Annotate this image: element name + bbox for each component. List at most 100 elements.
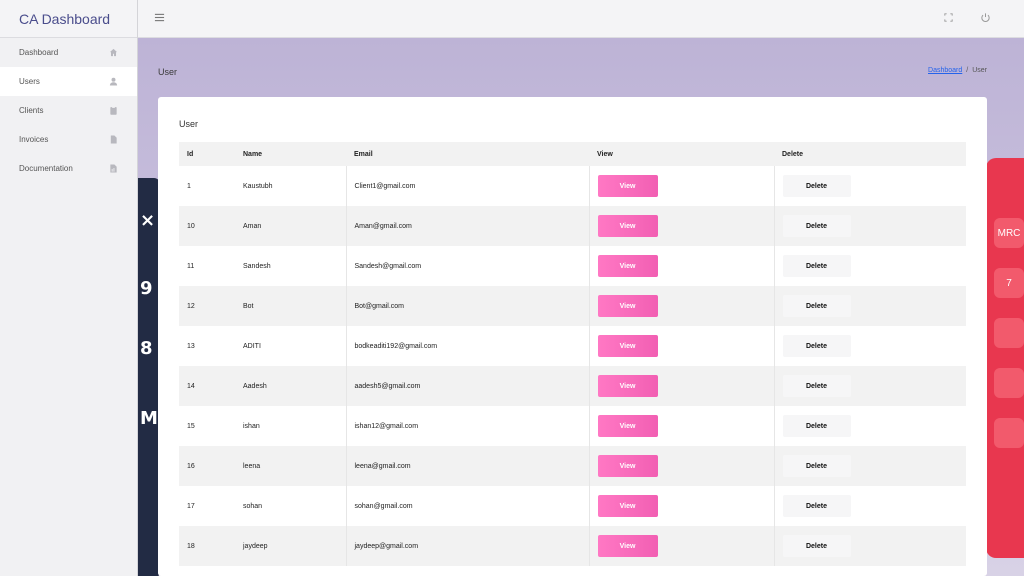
view-button[interactable]: View bbox=[597, 335, 658, 357]
table-row: 14 Aadesh aadesh5@gmail.com View Delete bbox=[179, 366, 966, 406]
table-row: 18 jaydeep jaydeep@gmail.com View Delete bbox=[179, 526, 966, 566]
fullscreen-icon[interactable] bbox=[943, 10, 954, 28]
view-button[interactable]: View bbox=[597, 215, 658, 237]
sidebar-item-users[interactable]: Users bbox=[0, 67, 137, 96]
view-button[interactable]: View bbox=[597, 255, 658, 277]
delete-button[interactable]: Delete bbox=[782, 175, 851, 197]
cell-view: View bbox=[589, 246, 775, 286]
cell-delete: Delete bbox=[774, 166, 966, 206]
table-row: 16 leena leena@gmail.com View Delete bbox=[179, 446, 966, 486]
delete-button[interactable]: Delete bbox=[782, 455, 851, 477]
breadcrumb-current: User bbox=[972, 67, 987, 74]
cell-id: 1 bbox=[187, 182, 191, 190]
cell-id: 13 bbox=[187, 342, 195, 350]
cell-name: Aman bbox=[235, 206, 347, 246]
cell-view: View bbox=[589, 406, 775, 446]
cell-id: 12 bbox=[187, 302, 195, 310]
file-chart-icon bbox=[108, 164, 118, 174]
cell-email: ishan12@gmail.com bbox=[346, 406, 590, 446]
delete-button[interactable]: Delete bbox=[782, 375, 851, 397]
cell-name: Kaustubh bbox=[235, 166, 347, 206]
cell-id: 17 bbox=[187, 502, 195, 510]
view-button[interactable]: View bbox=[597, 455, 658, 477]
cell-name: sohan bbox=[235, 486, 347, 526]
cell-delete: Delete bbox=[774, 366, 966, 406]
top-bar-actions bbox=[943, 10, 1024, 28]
card-title: User bbox=[179, 119, 199, 129]
table-row: 10 Aman Aman@gmail.com View Delete bbox=[179, 206, 966, 246]
breadcrumb-dashboard-link[interactable]: Dashboard bbox=[928, 67, 962, 74]
delete-button[interactable]: Delete bbox=[782, 535, 851, 557]
table-row: 13 ADITI bodkeaditi192@gmail.com View Delete bbox=[179, 326, 966, 366]
view-button[interactable]: View bbox=[597, 295, 658, 317]
breadcrumb-separator: / bbox=[966, 67, 969, 74]
sidebar-item-clients[interactable]: Clients bbox=[0, 96, 137, 125]
cell-delete: Delete bbox=[774, 486, 966, 526]
view-button[interactable]: View bbox=[597, 415, 658, 437]
cell-delete: Delete bbox=[774, 526, 966, 566]
cell-email: bodkeaditi192@gmail.com bbox=[346, 326, 590, 366]
view-button[interactable]: View bbox=[597, 375, 658, 397]
app-title[interactable]: CA Dashboard bbox=[0, 0, 137, 38]
users-card: User Id Name Email View Delete 1 Kaustubh… bbox=[158, 97, 987, 576]
cell-name: jaydeep bbox=[235, 526, 347, 566]
table-row: 12 Bot Bot@gmail.com View Delete bbox=[179, 286, 966, 326]
cell-view: View bbox=[589, 286, 775, 326]
power-icon[interactable] bbox=[980, 10, 991, 28]
delete-button[interactable]: Delete bbox=[782, 495, 851, 517]
table-row: 11 Sandesh Sandesh@gmail.com View Delete bbox=[179, 246, 966, 286]
cell-email: jaydeep@gmail.com bbox=[346, 526, 590, 566]
view-button[interactable]: View bbox=[597, 495, 658, 517]
document-icon bbox=[108, 135, 118, 145]
user-icon bbox=[108, 77, 118, 87]
cell-id: 15 bbox=[187, 422, 195, 430]
sidebar-nav: Dashboard Users Clients Invoices Documentati… bbox=[0, 38, 137, 183]
top-bar bbox=[138, 0, 1024, 38]
view-button[interactable]: View bbox=[597, 535, 658, 557]
cell-email: Client1@gmail.com bbox=[346, 166, 590, 206]
view-button[interactable]: View bbox=[597, 175, 658, 197]
delete-button[interactable]: Delete bbox=[782, 415, 851, 437]
sidebar-item-label: Users bbox=[19, 77, 40, 86]
cell-view: View bbox=[589, 366, 775, 406]
cell-view: View bbox=[589, 526, 775, 566]
sidebar-item-documentation[interactable]: Documentation bbox=[0, 154, 137, 183]
delete-button[interactable]: Delete bbox=[782, 335, 851, 357]
cell-delete: Delete bbox=[774, 246, 966, 286]
sidebar: CA Dashboard Dashboard Users Clients Invoic… bbox=[0, 0, 138, 576]
cell-delete: Delete bbox=[774, 206, 966, 246]
sidebar-item-label: Documentation bbox=[19, 164, 73, 173]
hamburger-icon[interactable] bbox=[154, 10, 165, 28]
cell-view: View bbox=[589, 446, 775, 486]
cell-id: 14 bbox=[187, 382, 195, 390]
cell-email: Aman@gmail.com bbox=[346, 206, 590, 246]
cell-id: 18 bbox=[187, 542, 195, 550]
cell-view: View bbox=[589, 206, 775, 246]
sidebar-item-invoices[interactable]: Invoices bbox=[0, 125, 137, 154]
cell-view: View bbox=[589, 486, 775, 526]
delete-button[interactable]: Delete bbox=[782, 295, 851, 317]
cell-email: aadesh5@gmail.com bbox=[346, 366, 590, 406]
delete-button[interactable]: Delete bbox=[782, 215, 851, 237]
table-row: 15 ishan ishan12@gmail.com View Delete bbox=[179, 406, 966, 446]
cell-email: sohan@gmail.com bbox=[346, 486, 590, 526]
cell-view: View bbox=[589, 166, 775, 206]
table-body: 1 Kaustubh Client1@gmail.com View Delete 10 Am… bbox=[179, 166, 966, 566]
cell-delete: Delete bbox=[774, 446, 966, 486]
sidebar-item-dashboard[interactable]: Dashboard bbox=[0, 38, 137, 67]
sidebar-item-label: Clients bbox=[19, 106, 44, 115]
cell-delete: Delete bbox=[774, 406, 966, 446]
calculator-image-right: MRC 7 bbox=[986, 158, 1024, 558]
breadcrumb: Dashboard / User bbox=[928, 67, 987, 74]
column-header-delete: Delete bbox=[782, 150, 804, 158]
sidebar-item-label: Invoices bbox=[19, 135, 49, 144]
column-header-name: Name bbox=[243, 150, 263, 158]
column-header-id: Id bbox=[187, 150, 194, 158]
column-header-view: View bbox=[597, 150, 613, 158]
cell-delete: Delete bbox=[774, 286, 966, 326]
cell-delete: Delete bbox=[774, 326, 966, 366]
cell-email: Bot@gmail.com bbox=[346, 286, 590, 326]
cell-name: ishan bbox=[235, 406, 347, 446]
home-icon bbox=[108, 48, 118, 58]
delete-button[interactable]: Delete bbox=[782, 255, 851, 277]
